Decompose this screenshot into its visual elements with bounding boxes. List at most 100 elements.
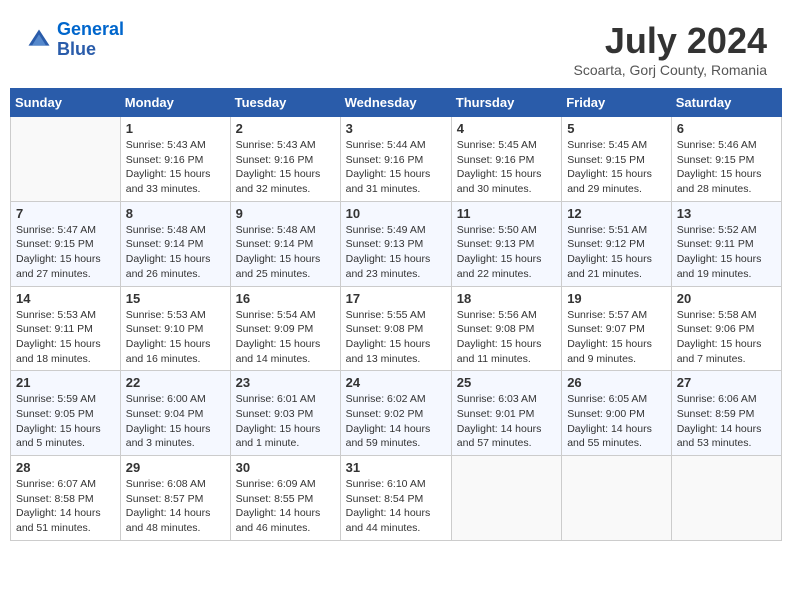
day-info: Sunrise: 5:44 AMSunset: 9:16 PMDaylight:…	[346, 138, 446, 197]
weekday-header-friday: Friday	[562, 89, 672, 117]
calendar-cell: 25Sunrise: 6:03 AMSunset: 9:01 PMDayligh…	[451, 371, 561, 456]
calendar-cell: 7Sunrise: 5:47 AMSunset: 9:15 PMDaylight…	[11, 201, 121, 286]
day-number: 9	[236, 206, 335, 221]
day-info: Sunrise: 5:47 AMSunset: 9:15 PMDaylight:…	[16, 223, 115, 282]
day-number: 14	[16, 291, 115, 306]
logo-text: General Blue	[57, 20, 124, 60]
day-info: Sunrise: 5:51 AMSunset: 9:12 PMDaylight:…	[567, 223, 666, 282]
day-number: 16	[236, 291, 335, 306]
calendar-cell: 1Sunrise: 5:43 AMSunset: 9:16 PMDaylight…	[120, 117, 230, 202]
calendar-cell: 21Sunrise: 5:59 AMSunset: 9:05 PMDayligh…	[11, 371, 121, 456]
day-number: 8	[126, 206, 225, 221]
calendar-cell: 10 Sunrise: 5:49 AMSunset: 9:13 PMDayligh…	[340, 201, 451, 286]
day-number: 17	[346, 291, 446, 306]
calendar-cell: 15Sunrise: 5:53 AMSunset: 9:10 PMDayligh…	[120, 286, 230, 371]
day-info: Sunrise: 5:58 AMSunset: 9:06 PMDaylight:…	[677, 308, 776, 367]
day-info: Sunrise: 6:08 AMSunset: 8:57 PMDaylight:…	[126, 477, 225, 536]
calendar-cell: 19 Sunrise: 5:57 AMSunset: 9:07 PMDayligh…	[562, 286, 672, 371]
calendar-cell: 12 Sunrise: 5:51 AMSunset: 9:12 PMDayligh…	[562, 201, 672, 286]
day-info: Sunrise: 6:07 AMSunset: 8:58 PMDaylight:…	[16, 477, 115, 536]
day-number: 25	[457, 375, 556, 390]
location: Scoarta, Gorj County, Romania	[574, 62, 768, 78]
day-info: Sunrise: 6:01 AMSunset: 9:03 PMDaylight:…	[236, 392, 335, 451]
day-number: 12	[567, 206, 666, 221]
day-number: 20	[677, 291, 776, 306]
day-info: Sunrise: 6:06 AMSunset: 8:59 PMDaylight:…	[677, 392, 776, 451]
calendar-cell: 24 Sunrise: 6:02 AMSunset: 9:02 PMDayligh…	[340, 371, 451, 456]
title-block: July 2024 Scoarta, Gorj County, Romania	[574, 20, 768, 78]
month-title: July 2024	[574, 20, 768, 62]
calendar-week-row: 7Sunrise: 5:47 AMSunset: 9:15 PMDaylight…	[11, 201, 782, 286]
calendar-cell: 13 Sunrise: 5:52 AMSunset: 9:11 PMDayligh…	[671, 201, 781, 286]
weekday-header-monday: Monday	[120, 89, 230, 117]
calendar-cell: 23 Sunrise: 6:01 AMSunset: 9:03 PMDayligh…	[230, 371, 340, 456]
calendar-cell: 18 Sunrise: 5:56 AMSunset: 9:08 PMDayligh…	[451, 286, 561, 371]
calendar-cell: 16 Sunrise: 5:54 AMSunset: 9:09 PMDayligh…	[230, 286, 340, 371]
calendar-cell: 9 Sunrise: 5:48 AMSunset: 9:14 PMDaylight…	[230, 201, 340, 286]
day-info: Sunrise: 6:02 AMSunset: 9:02 PMDaylight:…	[346, 392, 446, 451]
day-info: Sunrise: 5:45 AMSunset: 9:16 PMDaylight:…	[457, 138, 556, 197]
calendar-cell	[562, 456, 672, 541]
day-number: 10	[346, 206, 446, 221]
calendar-week-row: 14 Sunrise: 5:53 AMSunset: 9:11 PMDayligh…	[11, 286, 782, 371]
calendar-cell: 30 Sunrise: 6:09 AMSunset: 8:55 PMDayligh…	[230, 456, 340, 541]
day-info: Sunrise: 5:59 AMSunset: 9:05 PMDaylight:…	[16, 392, 115, 451]
day-info: Sunrise: 5:52 AMSunset: 9:11 PMDaylight:…	[677, 223, 776, 282]
day-info: Sunrise: 5:53 AMSunset: 9:11 PMDaylight:…	[16, 308, 115, 367]
day-info: Sunrise: 5:54 AMSunset: 9:09 PMDaylight:…	[236, 308, 335, 367]
day-number: 27	[677, 375, 776, 390]
day-info: Sunrise: 5:48 AMSunset: 9:14 PMDaylight:…	[236, 223, 335, 282]
day-number: 2	[236, 121, 335, 136]
day-info: Sunrise: 5:43 AMSunset: 9:16 PMDaylight:…	[236, 138, 335, 197]
day-info: Sunrise: 6:00 AMSunset: 9:04 PMDaylight:…	[126, 392, 225, 451]
day-info: Sunrise: 5:46 AMSunset: 9:15 PMDaylight:…	[677, 138, 776, 197]
calendar-cell: 4 Sunrise: 5:45 AMSunset: 9:16 PMDaylight…	[451, 117, 561, 202]
calendar-header-row: SundayMondayTuesdayWednesdayThursdayFrid…	[11, 89, 782, 117]
day-number: 5	[567, 121, 666, 136]
day-number: 26	[567, 375, 666, 390]
calendar-cell: 29 Sunrise: 6:08 AMSunset: 8:57 PMDayligh…	[120, 456, 230, 541]
day-number: 4	[457, 121, 556, 136]
calendar-cell: 26 Sunrise: 6:05 AMSunset: 9:00 PMDayligh…	[562, 371, 672, 456]
weekday-header-thursday: Thursday	[451, 89, 561, 117]
calendar-cell: 14 Sunrise: 5:53 AMSunset: 9:11 PMDayligh…	[11, 286, 121, 371]
weekday-header-tuesday: Tuesday	[230, 89, 340, 117]
day-number: 28	[16, 460, 115, 475]
day-info: Sunrise: 6:10 AMSunset: 8:54 PMDaylight:…	[346, 477, 446, 536]
calendar-table: SundayMondayTuesdayWednesdayThursdayFrid…	[10, 88, 782, 541]
weekday-header-sunday: Sunday	[11, 89, 121, 117]
page-container: General Blue July 2024 Scoarta, Gorj Cou…	[10, 10, 782, 541]
day-number: 13	[677, 206, 776, 221]
day-number: 6	[677, 121, 776, 136]
day-info: Sunrise: 5:50 AMSunset: 9:13 PMDaylight:…	[457, 223, 556, 282]
calendar-cell	[451, 456, 561, 541]
day-number: 19	[567, 291, 666, 306]
calendar-cell: 20 Sunrise: 5:58 AMSunset: 9:06 PMDayligh…	[671, 286, 781, 371]
day-number: 23	[236, 375, 335, 390]
header: General Blue July 2024 Scoarta, Gorj Cou…	[10, 10, 782, 83]
calendar-cell: 28 Sunrise: 6:07 AMSunset: 8:58 PMDayligh…	[11, 456, 121, 541]
calendar-cell: 22Sunrise: 6:00 AMSunset: 9:04 PMDayligh…	[120, 371, 230, 456]
weekday-header-wednesday: Wednesday	[340, 89, 451, 117]
calendar-week-row: 28 Sunrise: 6:07 AMSunset: 8:58 PMDayligh…	[11, 456, 782, 541]
day-info: Sunrise: 5:56 AMSunset: 9:08 PMDaylight:…	[457, 308, 556, 367]
calendar-cell: 27 Sunrise: 6:06 AMSunset: 8:59 PMDayligh…	[671, 371, 781, 456]
day-info: Sunrise: 5:49 AMSunset: 9:13 PMDaylight:…	[346, 223, 446, 282]
day-info: Sunrise: 5:53 AMSunset: 9:10 PMDaylight:…	[126, 308, 225, 367]
day-info: Sunrise: 5:48 AMSunset: 9:14 PMDaylight:…	[126, 223, 225, 282]
day-info: Sunrise: 5:57 AMSunset: 9:07 PMDaylight:…	[567, 308, 666, 367]
day-number: 18	[457, 291, 556, 306]
day-number: 30	[236, 460, 335, 475]
day-info: Sunrise: 6:05 AMSunset: 9:00 PMDaylight:…	[567, 392, 666, 451]
day-info: Sunrise: 5:55 AMSunset: 9:08 PMDaylight:…	[346, 308, 446, 367]
weekday-header-saturday: Saturday	[671, 89, 781, 117]
calendar-cell: 2 Sunrise: 5:43 AMSunset: 9:16 PMDaylight…	[230, 117, 340, 202]
calendar-week-row: 21Sunrise: 5:59 AMSunset: 9:05 PMDayligh…	[11, 371, 782, 456]
day-number: 1	[126, 121, 225, 136]
calendar-cell: 17 Sunrise: 5:55 AMSunset: 9:08 PMDayligh…	[340, 286, 451, 371]
day-number: 24	[346, 375, 446, 390]
day-info: Sunrise: 6:09 AMSunset: 8:55 PMDaylight:…	[236, 477, 335, 536]
day-info: Sunrise: 5:45 AMSunset: 9:15 PMDaylight:…	[567, 138, 666, 197]
day-number: 29	[126, 460, 225, 475]
calendar-cell	[671, 456, 781, 541]
